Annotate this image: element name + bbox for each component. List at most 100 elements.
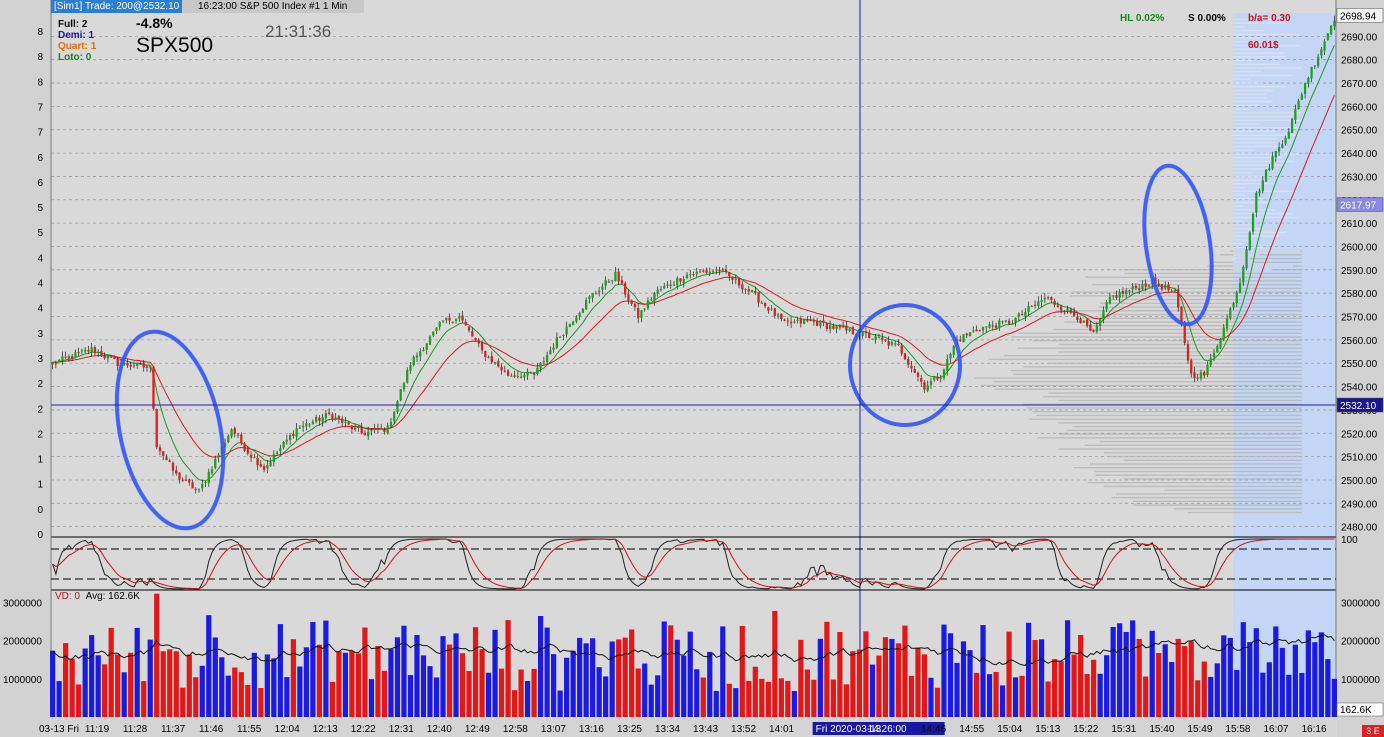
volume-badge: 162.6K: [1336, 702, 1384, 717]
time-axis-label: 11:46: [199, 724, 224, 735]
profile-bar: [1011, 336, 1302, 338]
volume-bar: [726, 683, 732, 717]
price-marker-cursor: 2532.10: [1336, 397, 1384, 413]
candle-body: [136, 363, 139, 366]
candle-body: [884, 339, 887, 341]
clock-readout: 21:31:36: [265, 22, 332, 41]
session-profile-bar: [1233, 82, 1260, 84]
volume-bar: [1331, 678, 1337, 717]
candle-body: [575, 317, 578, 322]
candle-body: [702, 270, 705, 272]
candle-body: [907, 359, 910, 365]
account-trade-tag[interactable]: [Sim1] Trade: 200@2532.10: [51, 0, 183, 13]
candle-body: [197, 489, 201, 491]
candle-body: [266, 464, 269, 469]
candle-body: [799, 318, 802, 324]
candle-body: [526, 371, 529, 376]
candle-body: [1079, 318, 1082, 324]
candle-body: [776, 314, 780, 316]
time-axis-label: 13:52: [731, 724, 756, 735]
profile-bar: [1094, 470, 1302, 473]
candle-body: [591, 293, 594, 298]
candle-body: [1092, 329, 1095, 332]
candle-body: [611, 280, 614, 282]
candle-body: [685, 274, 689, 278]
volume-bar: [394, 637, 401, 717]
session-profile-bar: [1233, 37, 1261, 39]
price-tick-label: 2500.00: [1341, 476, 1378, 487]
candle-body: [1307, 77, 1310, 84]
time-axis-label: 12:13: [313, 724, 338, 735]
time-axis-label: 12:58: [503, 724, 528, 735]
time-axis-label: 15:04: [997, 724, 1022, 735]
candle-body: [454, 319, 458, 321]
candle-body: [471, 331, 474, 337]
volume-bar: [167, 649, 173, 717]
candle: [152, 366, 155, 411]
candle-body: [376, 428, 380, 430]
candle-body: [529, 372, 532, 374]
session-profile-bar: [1233, 100, 1273, 103]
candle-body: [698, 271, 702, 273]
volume-tick-label-left: 3000000: [3, 598, 42, 609]
session-profile-bar: [1233, 164, 1287, 166]
candle-body: [77, 352, 80, 354]
volume-bar: [433, 677, 440, 717]
candle-body: [236, 434, 240, 436]
session-profile-bar: [1233, 138, 1277, 140]
volume-bar: [681, 655, 687, 717]
profile-bar: [1043, 396, 1302, 398]
volume-bar: [1312, 642, 1318, 717]
candle-body: [295, 428, 298, 437]
volume-avg-label: Avg: 162.6K: [85, 591, 140, 602]
candle-body: [672, 284, 676, 286]
candle-body: [637, 308, 640, 319]
volume-bar: [648, 684, 654, 717]
volume-bar: [707, 651, 713, 717]
volume-bar: [381, 670, 388, 717]
volume-bar: [459, 653, 466, 717]
profile-bar: [1132, 500, 1302, 503]
profile-bar: [1187, 511, 1302, 514]
candle-body: [1020, 314, 1024, 316]
candle-body: [419, 351, 422, 357]
left-axis-label: 8: [37, 52, 43, 63]
time-axis-label: 13:25: [617, 724, 642, 735]
candle-body: [1329, 25, 1333, 35]
candle-body: [617, 271, 620, 282]
time-axis-label: 11:55: [237, 724, 262, 735]
candle-body: [809, 320, 812, 322]
session-profile-bar: [1233, 93, 1266, 95]
session-profile-bar: [1233, 52, 1286, 54]
candle-body: [61, 356, 64, 361]
volume-bar: [446, 644, 453, 717]
candle-body: [1138, 288, 1141, 290]
volume-bar: [180, 687, 186, 717]
volume-bar: [440, 636, 446, 717]
volume-bar: [1006, 631, 1012, 717]
candle-body: [558, 336, 562, 338]
volume-bar: [603, 676, 609, 717]
volume-bar: [1234, 669, 1240, 717]
volume-bar: [251, 652, 257, 717]
candle-body: [689, 274, 692, 276]
volume-bar: [121, 672, 127, 717]
candle-body: [1297, 100, 1300, 110]
spx500-1min-chart[interactable]: 2480.002490.002500.002510.002520.002530.…: [0, 0, 1384, 737]
candle-body: [985, 326, 988, 328]
candle-body: [84, 349, 87, 352]
session-profile-bar: [1233, 246, 1264, 249]
volume-bar: [1071, 654, 1077, 717]
candle-body: [786, 320, 789, 322]
session-profile-bar: [1233, 89, 1274, 92]
candle-body: [298, 427, 302, 429]
candle-body: [744, 289, 747, 291]
candle-body: [181, 479, 184, 481]
s-percent: S 0.00%: [1188, 13, 1226, 24]
corner-badge[interactable]: 3 E: [1362, 725, 1384, 737]
volume-tick-label-left: 2000000: [3, 637, 42, 648]
volume-bar: [999, 685, 1006, 717]
volume-bar: [1084, 674, 1090, 717]
price-tick-label: 2550.00: [1341, 359, 1378, 370]
volume-bar: [1058, 661, 1064, 717]
